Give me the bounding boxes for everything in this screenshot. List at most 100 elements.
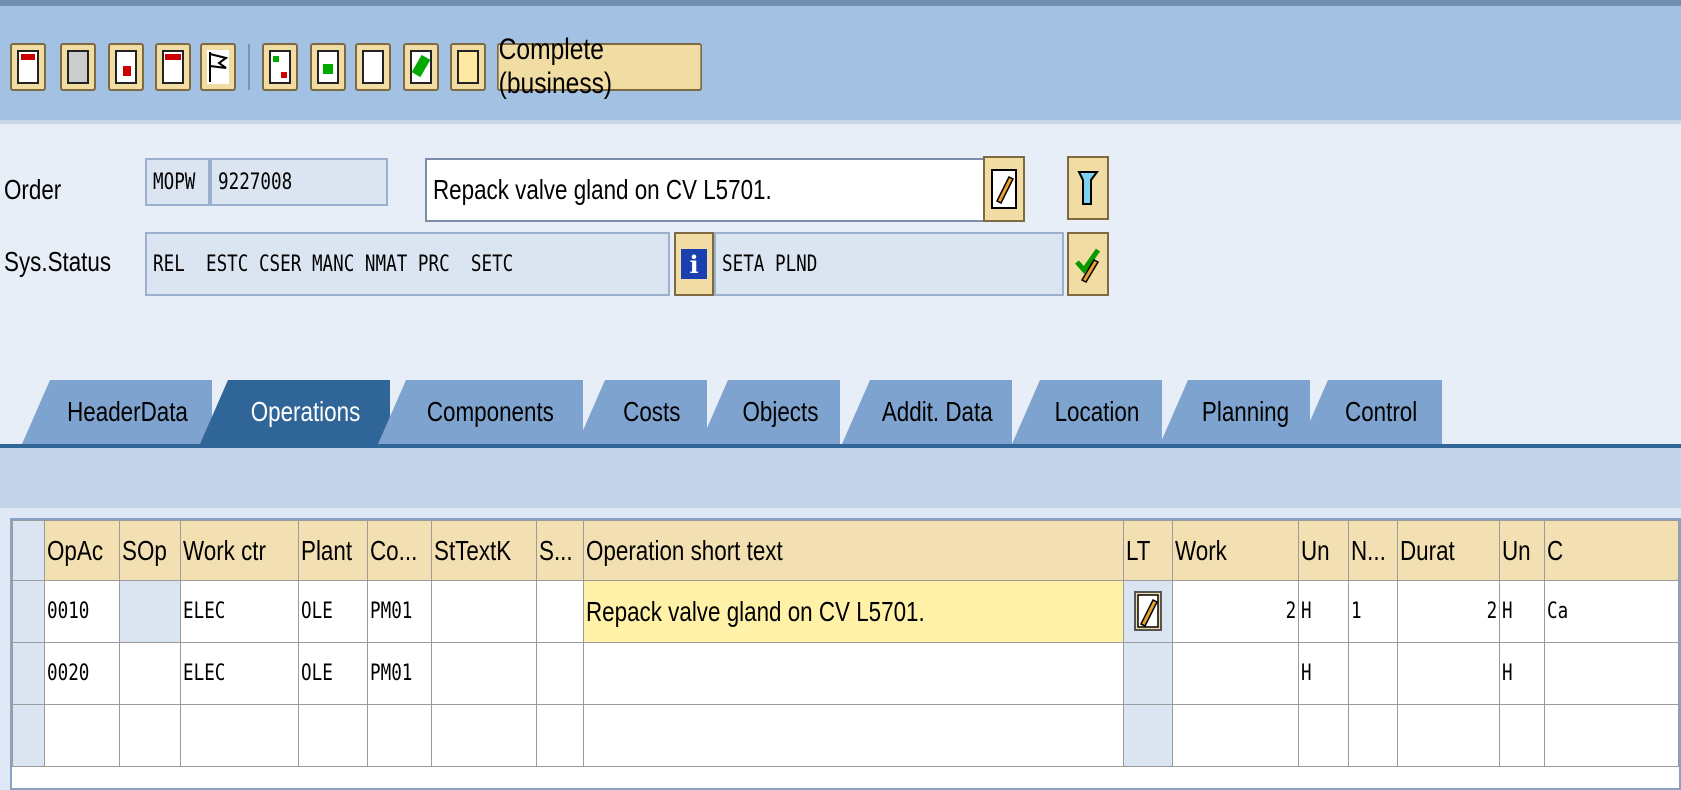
complete-business-button[interactable]: Complete (business)	[497, 33, 702, 100]
cell-control-key-value: PM01	[369, 599, 412, 624]
cell-lt[interactable]	[1122, 704, 1173, 767]
network-button[interactable]	[262, 43, 298, 91]
col-header-sop[interactable]: SOp	[118, 520, 182, 581]
cell-s[interactable]	[536, 580, 585, 643]
cell-work[interactable]	[1171, 642, 1300, 705]
long-text-button[interactable]	[983, 156, 1025, 222]
cell-plant[interactable]: OLE	[297, 580, 368, 643]
cell-unit2[interactable]: H	[1498, 580, 1546, 643]
cell-work[interactable]: 2	[1171, 580, 1300, 643]
col-unit-label: Un	[1301, 534, 1331, 566]
tab-addit-data[interactable]: Addit. Data	[842, 380, 1012, 444]
tab-headerdata[interactable]: HeaderData	[22, 380, 212, 444]
cell-durat[interactable]	[1397, 642, 1500, 705]
cell-sttextk[interactable]	[430, 704, 538, 767]
cell-work-ctr[interactable]: ELEC	[180, 580, 299, 643]
tab-operations[interactable]: Operations	[200, 380, 390, 444]
cell-sop[interactable]	[118, 704, 182, 767]
col-header-c[interactable]: C	[1544, 520, 1679, 581]
cell-n[interactable]	[1347, 704, 1399, 767]
col-header-s[interactable]: S...	[536, 520, 585, 581]
cell-short-text[interactable]	[583, 642, 1124, 705]
cell-c[interactable]: Ca	[1544, 580, 1679, 643]
col-header-durat[interactable]: Durat	[1397, 520, 1500, 581]
cell-lt[interactable]	[1122, 642, 1173, 705]
cell-work[interactable]	[1171, 704, 1300, 767]
order-number-value: 9227008	[218, 169, 293, 195]
tab-planning-label: Planning	[1201, 396, 1289, 427]
col-header-sttextk[interactable]: StTextK	[430, 520, 538, 581]
col-header-work-ctr[interactable]: Work ctr	[180, 520, 299, 581]
status-info-button[interactable]: i	[674, 232, 714, 296]
cell-plant[interactable]	[297, 704, 368, 767]
cell-opac[interactable]: 0020	[43, 642, 120, 705]
order-type-field[interactable]: MOPW	[145, 158, 210, 206]
col-header-opac[interactable]: OpAc	[43, 520, 120, 581]
row-selector[interactable]	[12, 704, 45, 767]
cell-unit2-value: H	[1501, 661, 1513, 686]
cell-n[interactable]: 1	[1347, 580, 1399, 643]
cell-n[interactable]	[1347, 642, 1399, 705]
clipboard-button[interactable]	[450, 43, 486, 91]
col-header-work[interactable]: Work	[1171, 520, 1300, 581]
cell-control-key[interactable]	[366, 704, 432, 767]
check-pencil-icon	[1075, 248, 1101, 283]
cell-lt-button[interactable]	[1122, 580, 1173, 643]
order-number-field[interactable]: 9227008	[210, 158, 388, 206]
cell-opac[interactable]: 0010	[43, 580, 120, 643]
cell-short-text[interactable]	[583, 704, 1124, 767]
cell-durat[interactable]	[1397, 704, 1500, 767]
edit-check-button[interactable]	[403, 43, 439, 91]
cell-durat-value: 2	[1486, 599, 1497, 624]
row-selector[interactable]	[12, 642, 45, 705]
application-toolbar: Complete (business)	[0, 0, 1681, 120]
cell-unit2[interactable]	[1498, 704, 1546, 767]
col-short-text-label: Operation short text	[586, 534, 783, 566]
col-header-unit[interactable]: Un	[1298, 520, 1349, 581]
col-header-short-text[interactable]: Operation short text	[583, 520, 1124, 581]
cell-unit[interactable]: H	[1298, 642, 1349, 705]
select-all-cell[interactable]	[12, 520, 45, 581]
cell-durat[interactable]: 2	[1397, 580, 1500, 643]
cell-c[interactable]	[1544, 704, 1679, 767]
cell-short-text[interactable]: Repack valve gland on CV L5701.	[583, 580, 1124, 643]
cell-sttextk[interactable]	[430, 580, 538, 643]
calculator-button[interactable]	[60, 43, 96, 91]
cell-plant[interactable]: OLE	[297, 642, 368, 705]
cell-sop[interactable]	[118, 642, 182, 705]
print-button[interactable]	[155, 43, 191, 91]
cost-icon	[115, 50, 137, 84]
cell-c[interactable]	[1544, 642, 1679, 705]
cell-unit[interactable]	[1298, 704, 1349, 767]
cell-unit[interactable]: H	[1298, 580, 1349, 643]
cell-unit2[interactable]: H	[1498, 642, 1546, 705]
cost-button[interactable]	[108, 43, 144, 91]
cell-work-ctr[interactable]	[180, 704, 299, 767]
cell-work-ctr[interactable]: ELEC	[180, 642, 299, 705]
col-header-lt[interactable]: LT	[1122, 520, 1173, 581]
sys-status-label: Sys.Status	[4, 246, 112, 277]
cell-control-key[interactable]: PM01	[366, 580, 432, 643]
row-selector[interactable]	[12, 580, 45, 643]
cell-sttextk[interactable]	[430, 642, 538, 705]
cell-sop[interactable]	[118, 580, 182, 643]
display-object-button[interactable]	[1067, 156, 1109, 220]
col-header-plant[interactable]: Plant	[297, 520, 368, 581]
col-durat-label: Durat	[1400, 534, 1456, 566]
change-status-button[interactable]	[1067, 232, 1109, 296]
copy-button[interactable]	[310, 43, 346, 91]
tab-components[interactable]: Components	[378, 380, 583, 444]
document-button[interactable]	[355, 43, 391, 91]
cell-s[interactable]	[536, 642, 585, 705]
cell-control-key[interactable]: PM01	[366, 642, 432, 705]
header-overview-button[interactable]	[10, 43, 46, 91]
col-plant-label: Plant	[300, 534, 352, 566]
flag-button[interactable]	[200, 43, 236, 91]
cell-s[interactable]	[536, 704, 585, 767]
col-header-unit2[interactable]: Un	[1498, 520, 1546, 581]
col-header-n[interactable]: N...	[1347, 520, 1399, 581]
order-description-field[interactable]: Repack valve gland on CV L5701.	[425, 158, 985, 222]
col-header-control-key[interactable]: Co...	[366, 520, 432, 581]
cell-opac[interactable]	[43, 704, 120, 767]
edit-pencil-icon	[991, 169, 1017, 209]
